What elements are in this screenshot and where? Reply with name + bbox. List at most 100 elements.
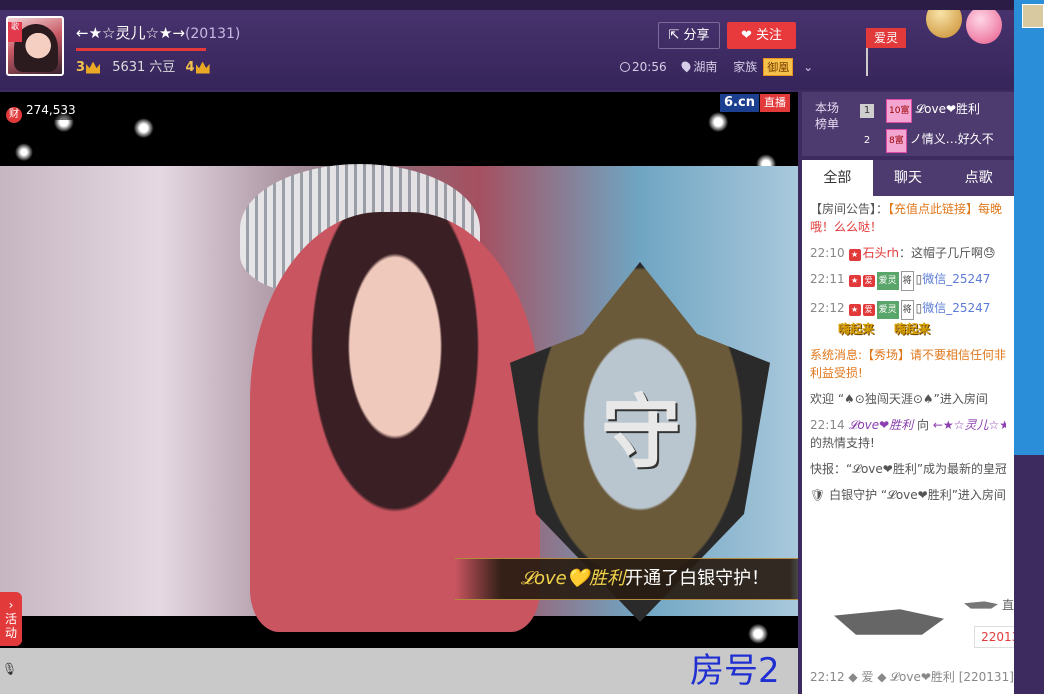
room-id: (20131) xyxy=(184,26,241,42)
wealth-value: 274,533 xyxy=(26,103,76,117)
gift-target[interactable]: ←★☆灵儿☆★→ xyxy=(933,418,1006,432)
message-user[interactable]: 微信_25247 xyxy=(922,301,990,315)
clan-badge[interactable]: 御凰 xyxy=(763,58,794,76)
chat-messages[interactable]: 【房间公告】：【充值点此链接】每晚 哦！么么哒！ 22:10 ★ 石头rh：这帽子几… xyxy=(802,196,1014,504)
tab-all[interactable]: 全部 xyxy=(802,160,873,196)
ranking-row[interactable]: 1 10富 𝓛ove❤胜利 xyxy=(860,98,981,123)
welcome-message: 欢迎 “♠⊙独闯天涯⊙♠”进入房间 xyxy=(810,392,988,406)
love-icon: 爱 xyxy=(862,275,875,287)
balloon-decoration xyxy=(926,0,962,38)
tab-song-request[interactable]: 点歌 xyxy=(943,160,1014,196)
system-text-tail: 利益受损! xyxy=(810,366,863,380)
recharge-link[interactable]: 【充值点此链接】每晚 xyxy=(888,202,1002,216)
message-user[interactable]: 石头rh xyxy=(863,246,899,260)
video-bottom-bar xyxy=(0,648,798,694)
video-player[interactable]: 守 𝓛ove💛胜利开通了白银守护！ 财 274,533 6.cn 直播 › 活动 … xyxy=(0,92,798,694)
activity-label: 活动 xyxy=(4,612,17,640)
follow-label: 关注 xyxy=(756,28,783,43)
emoji-icon: 😓 xyxy=(982,246,996,260)
announcement-prefix: 【房间公告】： xyxy=(810,202,889,216)
room-header: 歌 ←★☆灵儿☆★→(20131) 3 5631 六豆 4 ⇱ 分享 ❤ 关注 … xyxy=(0,0,1014,90)
message-time: 22:12 xyxy=(810,301,845,315)
room-announcement: 【房间公告】：【充值点此链接】每晚 哦！么么哒！ xyxy=(810,200,1006,236)
star-icon: ★ xyxy=(848,249,861,261)
site-logo: 6.cn xyxy=(720,94,759,112)
love-icon: 爱 xyxy=(862,304,875,316)
follow-button[interactable]: ❤ 关注 xyxy=(727,22,796,49)
chat-panel: 全部 聊天 点歌 【房间公告】：【充值点此链接】每晚 哦！么么哒！ 22:10 ★… xyxy=(802,160,1014,694)
vip-icon: ★ xyxy=(848,304,861,316)
flash-news: 快报：“𝓛ove❤胜利”成为最新的皇冠粉丝啦！ xyxy=(810,462,1006,476)
chat-message-partial: 22:12 ◆ 爱 ◆ 𝓛ove❤胜利 [220131] xyxy=(810,670,1014,684)
guard-icon: 🛡 xyxy=(810,488,826,502)
gift-support: 的热情支持! xyxy=(810,436,875,450)
shield-character: 守 xyxy=(601,385,681,479)
anchor-name-text: ←★☆灵儿☆★→ xyxy=(76,24,185,42)
side-panel xyxy=(1014,0,1044,455)
live-badge: 直播 xyxy=(760,94,790,112)
anchor-levels: 3 5631 六豆 4 xyxy=(76,56,218,75)
message-text: ：这帽子几斤啊 xyxy=(898,246,983,260)
chat-message: 22:12 ★ 爱爱灵将 ▯微信_25247 嗨起来 嗨起来 xyxy=(810,299,1006,338)
side-avatar[interactable] xyxy=(1022,4,1044,28)
chat-tabs: 全部 聊天 点歌 xyxy=(802,160,1014,196)
notice-user: 𝓛ove💛胜利 xyxy=(520,568,626,589)
ranking-panel: 本场榜单 1 10富 𝓛ove❤胜利 2 8富 ノ情义…好久不 xyxy=(802,92,1014,156)
ranking-title[interactable]: 本场榜单 xyxy=(810,100,844,132)
wealth-counter: 财 274,533 xyxy=(4,100,82,123)
message-time: 22:14 xyxy=(810,418,845,432)
share-label: 分享 xyxy=(683,28,710,43)
room-meta: 20:56 湖南 家族 御凰 ⌄ xyxy=(620,58,819,76)
helicopter-room-id[interactable]: 220131 xyxy=(974,626,1014,648)
tab-chat[interactable]: 聊天 xyxy=(873,160,944,196)
microphone-icon[interactable]: 🎙 xyxy=(2,662,17,684)
chat-message: 22:10 ★ 石头rh：这帽子几斤啊😓 xyxy=(810,244,1006,262)
rank-user-name: 𝓛ove❤胜利 xyxy=(915,102,981,116)
announcement-tail: 哦！么么哒！ xyxy=(810,220,883,234)
fan-flag[interactable]: 爱灵 xyxy=(866,28,906,48)
balloon-decoration xyxy=(966,6,1002,44)
bean-count: 5631 六豆 xyxy=(112,60,176,75)
star-level: 4 xyxy=(185,60,195,75)
rank-user-name: ノ情义…好久不 xyxy=(909,132,994,146)
ranking-row[interactable]: 2 8富 ノ情义…好久不 xyxy=(860,128,994,153)
anchor-name[interactable]: ←★☆灵儿☆★→(20131) xyxy=(76,22,240,43)
rich-level-badge: 10富 xyxy=(886,99,913,123)
clan-label: 家族 xyxy=(733,60,758,74)
share-button[interactable]: ⇱ 分享 xyxy=(658,22,720,49)
helicopter-label: 直升机 xyxy=(1002,598,1014,612)
guard-enter-text: 白银守护 “𝓛ove❤胜利”进入房间 xyxy=(829,488,1006,502)
guard-enter-message: 🛡 白银守护 “𝓛ove❤胜利”进入房间 xyxy=(810,486,1006,504)
chat-message: 22:11 ★ 爱爱灵将 ▯微信_25247 xyxy=(810,270,1006,291)
rich-level-badge: 8富 xyxy=(886,129,907,153)
hype-sticker: 嗨起来 xyxy=(838,322,875,336)
location-icon xyxy=(680,59,693,73)
crown-icon xyxy=(86,61,101,74)
wealth-level: 3 xyxy=(76,60,86,75)
guard-notice-banner: 𝓛ove💛胜利开通了白银守护！ xyxy=(455,558,798,600)
anchor-tag: 歌 xyxy=(8,22,22,42)
clock-icon xyxy=(620,62,630,72)
notice-text: 开通了白银守护！ xyxy=(625,568,770,589)
fan-badge: 爱灵 xyxy=(876,301,899,319)
chevron-down-icon[interactable]: ⌄ xyxy=(803,60,813,74)
location: 湖南 xyxy=(693,60,718,74)
message-user[interactable]: 微信_25247 xyxy=(922,272,990,286)
helicopter-gift-image xyxy=(834,609,944,635)
anchor-avatar[interactable]: 歌 xyxy=(6,16,64,76)
gift-message: 22:14𝓛ove❤胜利 向 ←★☆灵儿☆★→ 送 的热情支持! xyxy=(810,416,1006,452)
hype-sticker: 嗨起来 xyxy=(894,322,931,336)
live-time: 20:56 xyxy=(632,60,667,74)
level-badge: 将 xyxy=(900,300,914,320)
rank-number: 2 xyxy=(863,135,871,146)
gift-sender[interactable]: 𝓛ove❤胜利 xyxy=(849,418,914,432)
gift-verb: 向 xyxy=(917,418,930,432)
rank-number: 1 xyxy=(860,104,874,118)
activity-tab[interactable]: › 活动 xyxy=(0,592,22,646)
room-number-overlay: 房号2 xyxy=(690,651,780,691)
level-progress-bar xyxy=(76,48,206,51)
vip-icon: ★ xyxy=(848,275,861,287)
wealth-icon: 财 xyxy=(6,107,22,123)
share-icon: ⇱ xyxy=(668,28,680,43)
fan-badge: 爱灵 xyxy=(876,272,899,290)
